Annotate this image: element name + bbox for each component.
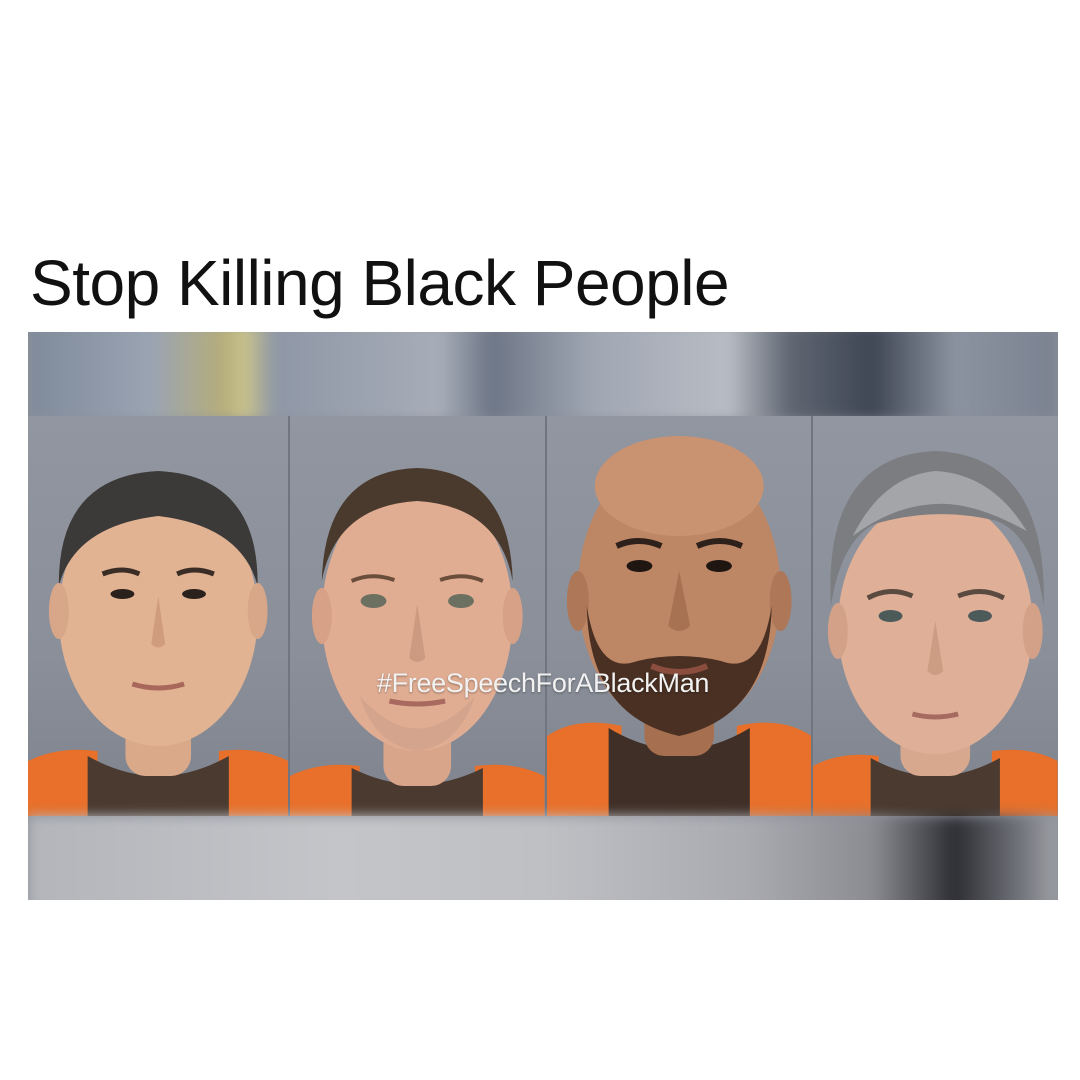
mugshot-strip <box>28 416 1058 816</box>
mugshot-3 <box>546 416 814 816</box>
blurred-bottom-band <box>28 816 1058 900</box>
person-portrait-icon <box>290 468 545 816</box>
headline: Stop Killing Black People <box>30 247 730 319</box>
post-canvas: Stop Killing Black People #FreeSpeechFor… <box>0 0 1080 1080</box>
blurred-top-band <box>28 332 1058 420</box>
mugshot-4 <box>813 416 1058 816</box>
mugshot-1 <box>28 416 291 816</box>
person-portrait-icon <box>813 451 1058 816</box>
person-portrait-icon <box>28 471 289 816</box>
photo-collage: #FreeSpeechForABlackMan <box>28 332 1058 900</box>
person-portrait-icon <box>546 436 812 816</box>
mugshot-2 <box>290 416 547 816</box>
